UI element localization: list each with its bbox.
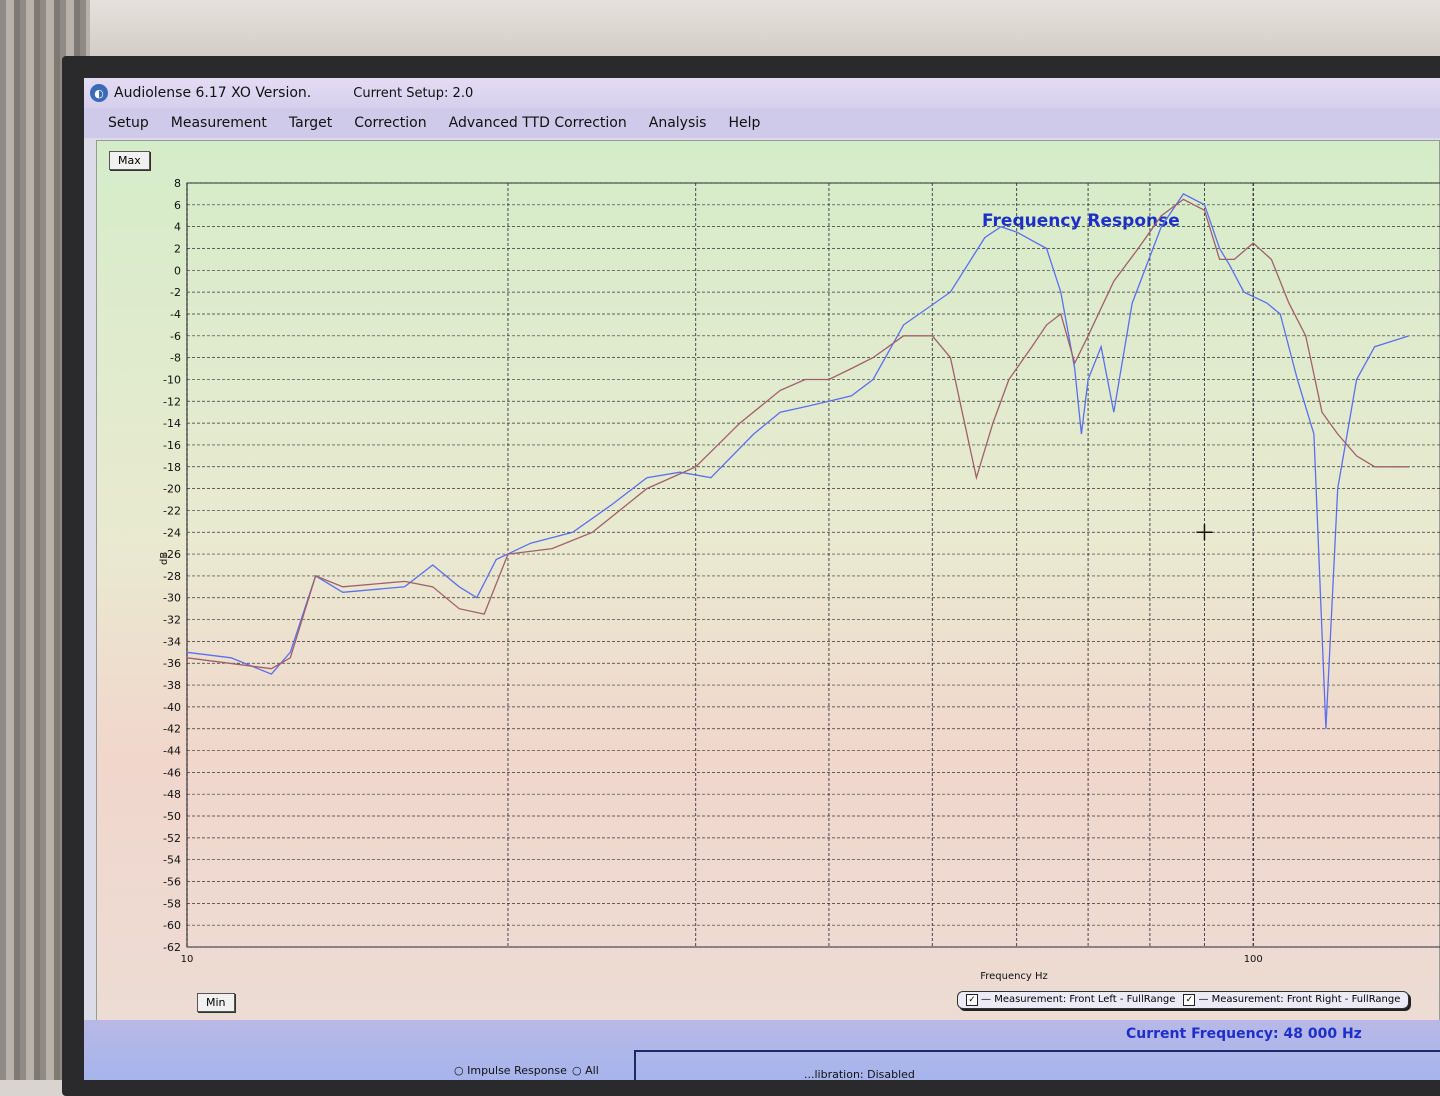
legend-item-right[interactable]: ✓ — Measurement: Front Right - FullRange — [1183, 994, 1400, 1006]
y-tick-label: -56 — [163, 876, 181, 889]
menu-measurement[interactable]: Measurement — [160, 115, 278, 131]
series-line-front-right — [186, 198, 1410, 670]
y-tick-label: -2 — [170, 286, 181, 299]
app-logo-icon: ◐ — [90, 84, 108, 102]
legend-item-left[interactable]: ✓ — Measurement: Front Left - FullRange — [966, 994, 1175, 1006]
frequency-response-plot[interactable]: 86420-2-4-6-8-10-12-14-16-18-20-22-24-26… — [97, 141, 1440, 1021]
title-bar: ◐ Audiolense 6.17 XO Version. Current Se… — [84, 78, 1440, 108]
y-tick-label: -46 — [163, 766, 181, 779]
y-tick-label: -60 — [163, 919, 181, 932]
menu-help[interactable]: Help — [717, 115, 771, 131]
y-tick-label: -38 — [163, 679, 181, 692]
radio-impulse-label: Impulse Response — [467, 1064, 567, 1077]
y-tick-label: -36 — [163, 657, 181, 670]
y-tick-label: -14 — [163, 417, 181, 430]
x-tick-label: 100 — [1244, 954, 1263, 965]
menu-bar: Setup Measurement Target Correction Adva… — [84, 108, 1440, 138]
y-tick-label: -12 — [163, 395, 181, 408]
y-tick-label: -44 — [163, 745, 181, 758]
y-tick-label: -4 — [170, 308, 181, 321]
y-tick-label: -52 — [163, 832, 181, 845]
y-tick-label: -30 — [163, 592, 181, 605]
current-frequency-label: Current Frequency: — [1126, 1026, 1279, 1042]
radio-all[interactable]: ○ All — [572, 1064, 599, 1077]
y-tick-label: -28 — [163, 570, 181, 583]
checkbox-checked-icon[interactable]: ✓ — [1183, 994, 1196, 1006]
menu-analysis[interactable]: Analysis — [638, 115, 718, 131]
y-tick-label: -24 — [163, 526, 181, 539]
y-tick-label: -40 — [163, 701, 181, 714]
crosshair-cursor — [1196, 524, 1213, 541]
menu-correction[interactable]: Correction — [343, 115, 437, 131]
y-tick-label: 6 — [174, 199, 181, 212]
y-tick-label: -16 — [163, 439, 181, 452]
y-tick-label: 8 — [174, 177, 181, 190]
y-tick-label: -42 — [163, 723, 181, 736]
legend-label-right: Measurement: Front Right - FullRange — [1211, 994, 1401, 1005]
y-tick-label: 4 — [174, 221, 181, 234]
y-tick-label: -48 — [163, 788, 181, 801]
plot-frame — [186, 182, 1440, 948]
menu-setup[interactable]: Setup — [84, 115, 160, 131]
checkbox-checked-icon[interactable]: ✓ — [966, 994, 978, 1006]
current-frequency-value: 48 000 Hz — [1283, 1026, 1362, 1042]
current-frequency: Current Frequency: 48 000 Hz — [1126, 1026, 1362, 1042]
y-tick-label: -58 — [163, 897, 181, 910]
legend-label-left: Measurement: Front Left - FullRange — [994, 994, 1176, 1005]
y-tick-label: -34 — [163, 635, 181, 648]
min-button[interactable]: Min — [197, 993, 235, 1012]
chart-panel: Max Frequency Response 8 6 4 2 0 -2 -4 -6 -8 -10-… — [96, 140, 1440, 1022]
app-window: ◐ Audiolense 6.17 XO Version. Current Se… — [84, 78, 1440, 1080]
y-tick-label: -54 — [163, 854, 181, 867]
y-tick-label: -62 — [163, 941, 181, 954]
legend: ✓ — Measurement: Front Left - FullRange ✓… — [957, 991, 1410, 1009]
y-tick-label: -20 — [163, 483, 181, 496]
radio-all-label: All — [585, 1064, 599, 1077]
y-tick-label: -32 — [163, 614, 181, 627]
x-axis-label: Frequency Hz — [980, 971, 1048, 982]
y-tick-label: 2 — [174, 242, 181, 255]
wall — [0, 0, 1440, 60]
menu-advanced-ttd[interactable]: Advanced TTD Correction — [438, 115, 638, 131]
y-tick-label: -10 — [163, 373, 181, 386]
y-tick-label: -6 — [170, 330, 181, 343]
current-setup: Current Setup: 2.0 — [353, 85, 474, 101]
info-panel — [634, 1050, 1440, 1080]
y-tick-label: 0 — [174, 264, 181, 277]
y-tick-label: -22 — [163, 504, 181, 517]
app-title: Audiolense 6.17 XO Version. — [114, 85, 312, 101]
y-tick-label: -18 — [163, 461, 181, 474]
x-tick-label: 10 — [181, 954, 194, 965]
y-axis-label: dB — [159, 552, 170, 565]
calibration-status: ...libration: Disabled — [804, 1068, 915, 1080]
series-line-front-left — [186, 193, 1410, 729]
menu-target[interactable]: Target — [278, 115, 343, 131]
y-tick-label: -8 — [170, 352, 181, 365]
y-tick-label: -50 — [163, 810, 181, 823]
radio-impulse[interactable]: ○ Impulse Response — [454, 1064, 567, 1077]
